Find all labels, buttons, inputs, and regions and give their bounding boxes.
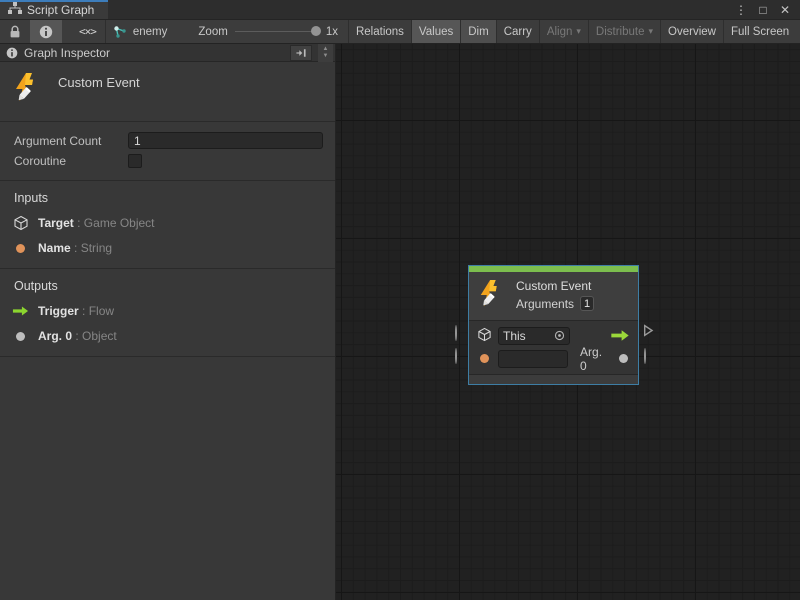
flow-arrow-icon xyxy=(610,329,630,342)
node-arguments-value[interactable]: 1 xyxy=(580,296,594,311)
lock-icon xyxy=(9,25,21,39)
node-row-arg0: Arg. 0 xyxy=(469,347,638,370)
port-type: : Game Object xyxy=(77,216,154,230)
window-menu-icon[interactable]: ⋮ xyxy=(732,2,750,18)
unit-properties: Argument Count 1 Coroutine xyxy=(0,122,335,181)
window-tab-bar: Script Graph ⋮ □ ✕ xyxy=(0,0,800,20)
chevron-down-icon: ▾ xyxy=(576,26,581,37)
toolbar-button-carry[interactable]: Carry xyxy=(497,20,539,43)
output-port-trigger[interactable] xyxy=(643,324,654,340)
dock-icon xyxy=(295,48,307,58)
custom-event-icon xyxy=(12,72,44,107)
graph-breadcrumb-button[interactable]: enemy xyxy=(106,20,175,43)
scroll-up-icon[interactable]: ▲ xyxy=(323,46,329,52)
port-row-arg0: Arg. 0 : Object xyxy=(12,328,323,344)
graph-toolbar: <×> enemy Zoom 1x Relations Values Dim C… xyxy=(0,20,800,44)
object-port-icon xyxy=(619,354,628,363)
input-port-name[interactable] xyxy=(455,349,457,363)
toolbar-button-relations[interactable]: Relations xyxy=(349,20,411,43)
script-graph-icon xyxy=(8,2,22,17)
flow-port-triangle-icon xyxy=(643,324,654,337)
toolbar-button-fullscreen[interactable]: Full Screen xyxy=(724,20,796,43)
node-arguments-label: Arguments xyxy=(516,297,574,311)
node-footer xyxy=(469,374,638,384)
unit-title: Custom Event xyxy=(58,75,140,107)
object-port-icon xyxy=(16,332,25,341)
tab-title: Script Graph xyxy=(27,3,94,17)
target-value: This xyxy=(503,329,554,343)
variables-icon: <×> xyxy=(79,25,96,38)
graph-inspector-panel: Graph Inspector ▲ ▼ xyxy=(0,44,336,600)
flow-arrow-icon xyxy=(12,305,29,317)
toolbar-button-distribute[interactable]: Distribute ▾ xyxy=(589,20,660,43)
scroll-down-icon[interactable]: ▼ xyxy=(323,53,329,59)
toolbar-button-overview[interactable]: Overview xyxy=(661,20,723,43)
coroutine-row: Coroutine xyxy=(14,154,323,168)
toolbar-button-values[interactable]: Values xyxy=(412,20,460,43)
node-body: This Arg. 0 xyxy=(469,321,638,374)
inspector-title: Graph Inspector xyxy=(24,46,284,60)
panel-scroll-arrows[interactable]: ▲ ▼ xyxy=(318,44,333,62)
inspector-toggle-button[interactable] xyxy=(30,20,62,43)
inspected-unit-header: Custom Event xyxy=(0,62,335,122)
graph-canvas[interactable]: Custom Event Arguments 1 This xyxy=(336,44,800,600)
port-type: : String xyxy=(74,241,112,255)
zoom-label: Zoom xyxy=(198,26,227,38)
window-maximize-icon[interactable]: □ xyxy=(754,2,772,18)
tab-focus-indicator xyxy=(0,0,108,2)
port-type: : Flow xyxy=(82,304,114,318)
name-input-field[interactable] xyxy=(498,350,568,368)
dock-panel-button[interactable] xyxy=(290,45,312,61)
tab-script-graph[interactable]: Script Graph xyxy=(0,0,108,19)
cube-icon xyxy=(477,327,492,345)
coroutine-label: Coroutine xyxy=(14,154,128,168)
port-name: Trigger xyxy=(38,304,79,318)
input-port-target[interactable] xyxy=(455,326,457,340)
port-row-trigger: Trigger : Flow xyxy=(12,303,323,319)
window-close-icon[interactable]: ✕ xyxy=(776,2,794,18)
arg0-label: Arg. 0 xyxy=(580,345,611,373)
argument-count-label: Argument Count xyxy=(14,134,128,148)
node-row-target: This xyxy=(469,324,638,347)
coroutine-checkbox[interactable] xyxy=(128,154,142,168)
argument-count-input[interactable]: 1 xyxy=(128,132,323,149)
custom-event-node[interactable]: Custom Event Arguments 1 This xyxy=(468,265,639,385)
port-type: : Object xyxy=(75,329,116,343)
lock-button[interactable] xyxy=(0,20,30,43)
node-header[interactable]: Custom Event Arguments 1 xyxy=(469,272,638,321)
target-object-field[interactable]: This xyxy=(498,327,570,345)
port-name: Name xyxy=(38,241,71,255)
window-controls: ⋮ □ ✕ xyxy=(732,0,800,19)
chevron-down-icon: ▾ xyxy=(649,26,654,37)
inputs-title: Inputs xyxy=(14,191,323,205)
port-name: Target xyxy=(38,216,74,230)
toolbar-button-align[interactable]: Align ▾ xyxy=(540,20,588,43)
toolbar-button-dim[interactable]: Dim xyxy=(461,20,495,43)
outputs-title: Outputs xyxy=(14,279,323,293)
zoom-control: Zoom 1x xyxy=(188,20,348,43)
argument-count-row: Argument Count 1 xyxy=(14,132,323,149)
object-picker-icon[interactable] xyxy=(554,330,565,341)
variables-toggle-button[interactable]: <×> xyxy=(70,20,105,43)
zoom-value: 1x xyxy=(326,26,338,38)
zoom-slider[interactable] xyxy=(235,31,319,32)
cube-icon xyxy=(12,215,29,231)
output-port-arg0[interactable] xyxy=(644,349,646,363)
node-title: Custom Event xyxy=(516,279,594,294)
inspector-header: Graph Inspector ▲ ▼ xyxy=(0,44,335,62)
string-port-icon xyxy=(16,244,25,253)
graph-name: enemy xyxy=(133,26,168,38)
zoom-slider-handle[interactable] xyxy=(311,26,321,36)
custom-event-icon xyxy=(477,279,507,312)
graph-asset-icon xyxy=(113,25,127,39)
info-icon xyxy=(39,25,53,39)
port-row-target: Target : Game Object xyxy=(12,215,323,231)
outputs-section: Outputs Trigger : Flow Arg. 0 : Object xyxy=(0,269,335,357)
inspector-empty-area xyxy=(0,357,335,600)
info-icon xyxy=(6,47,18,59)
string-port-icon xyxy=(480,354,489,363)
inputs-section: Inputs Target : Game Object Name : Strin… xyxy=(0,181,335,269)
port-row-name: Name : String xyxy=(12,240,323,256)
port-name: Arg. 0 xyxy=(38,329,72,343)
